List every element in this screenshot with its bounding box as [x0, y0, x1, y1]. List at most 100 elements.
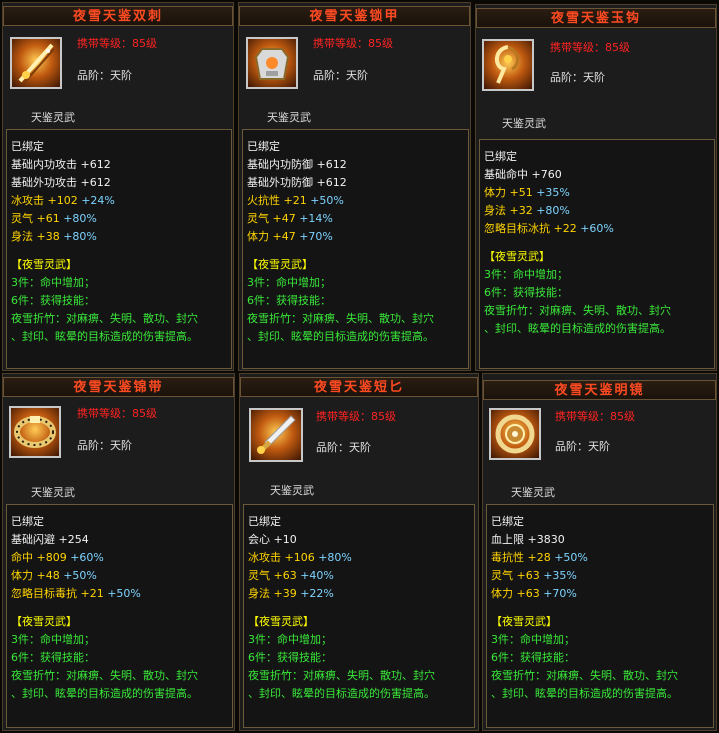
bound-status: 已绑定	[491, 515, 524, 528]
bound-status: 已绑定	[11, 140, 44, 153]
set-name: 【夜雪灵武】	[247, 258, 313, 271]
set-bonus: 、封印、眩晕的目标造成的伤害提高。	[491, 687, 678, 700]
stats-panel: 已绑定 基础命中 +760 体力 +51 +35% 身法 +32 +80% 忽略…	[479, 139, 715, 369]
stat-row: 灵气 +61 +80%	[11, 212, 97, 225]
set-bonus: 6件：获得技能：	[248, 651, 332, 664]
set-bonus: 3件：命中增加；	[491, 633, 575, 646]
required-level: 携带等级：85级	[316, 410, 396, 423]
mirror-icon[interactable]	[489, 408, 541, 460]
item-grade: 品阶：天阶	[77, 69, 132, 82]
item-subtitle: 天鉴灵武	[270, 484, 314, 497]
set-bonus: 、封印、眩晕的目标造成的伤害提高。	[247, 330, 434, 343]
set-bonus: 、封印、眩晕的目标造成的伤害提高。	[248, 687, 435, 700]
required-level: 携带等级：85级	[77, 407, 157, 420]
stats-panel: 已绑定 血上限 +3830 毒抗性 +28 +50% 灵气 +63 +35% 体…	[486, 504, 714, 728]
item-card-belt: 夜雪天鉴锦带 携带等级：85级 品阶：天阶 天鉴灵武 已绑定 基础闪避 +254…	[2, 373, 235, 731]
set-bonus: 、封印、眩晕的目标造成的伤害提高。	[484, 322, 671, 335]
stats-panel: 已绑定 基础内功防御 +612 基础外功防御 +612 火抗性 +21 +50%…	[242, 129, 469, 369]
stat-row: 基础闪避 +254	[11, 533, 89, 546]
item-card-dagger: 夜雪天鉴短匕 携带等级：85级 品阶：天阶 天鉴灵武 已绑定 会心 +10 冰攻…	[239, 373, 479, 731]
set-bonus: 、封印、眩晕的目标造成的伤害提高。	[11, 687, 198, 700]
set-name: 【夜雪灵武】	[11, 258, 77, 271]
belt-icon[interactable]	[9, 406, 61, 458]
stat-row: 命中 +809 +60%	[11, 551, 104, 564]
dagger-icon[interactable]	[249, 408, 303, 462]
stat-row: 忽略目标毒抗 +21 +50%	[11, 587, 141, 600]
set-bonus: 6件：获得技能：	[491, 651, 575, 664]
set-bonus: 6件：获得技能：	[247, 294, 331, 307]
twin-daggers-icon[interactable]	[10, 37, 62, 89]
stat-row: 基础内功攻击 +612	[11, 158, 111, 171]
stat-row: 冰攻击 +102 +24%	[11, 194, 115, 207]
set-bonus: 3件：命中增加；	[248, 633, 332, 646]
item-title: 夜雪天鉴双刺	[3, 6, 233, 26]
item-title: 夜雪天鉴锁甲	[239, 6, 470, 26]
set-bonus: 3件：命中增加；	[11, 276, 95, 289]
set-name: 【夜雪灵武】	[11, 615, 77, 628]
set-bonus: 3件：命中增加；	[247, 276, 331, 289]
item-subtitle: 天鉴灵武	[31, 486, 75, 499]
required-level: 携带等级：85级	[550, 41, 630, 54]
bound-status: 已绑定	[484, 150, 517, 163]
stats-panel: 已绑定 基础内功攻击 +612 基础外功攻击 +612 冰攻击 +102 +24…	[6, 129, 232, 369]
stat-row: 基础外功防御 +612	[247, 176, 347, 189]
item-card-mirror: 夜雪天鉴明镜 携带等级：85级 品阶：天阶 天鉴灵武 已绑定 血上限 +3830…	[482, 373, 717, 731]
stat-row: 身法 +38 +80%	[11, 230, 97, 243]
set-bonus: 6件：获得技能：	[11, 651, 95, 664]
stat-row: 体力 +48 +50%	[11, 569, 97, 582]
stats-panel: 已绑定 基础闪避 +254 命中 +809 +60% 体力 +48 +50% 忽…	[6, 504, 233, 728]
stat-row: 血上限 +3830	[491, 533, 565, 546]
bound-status: 已绑定	[247, 140, 280, 153]
set-bonus: 3件：命中增加；	[11, 633, 95, 646]
stat-row: 基础外功攻击 +612	[11, 176, 111, 189]
item-subtitle: 天鉴灵武	[511, 486, 555, 499]
item-title: 夜雪天鉴玉钩	[476, 8, 716, 28]
set-bonus: 夜雪折竹：对麻痹、失明、散功、封穴	[11, 669, 198, 682]
set-name: 【夜雪灵武】	[248, 615, 314, 628]
stats-panel: 已绑定 会心 +10 冰攻击 +106 +80% 灵气 +63 +40% 身法 …	[243, 504, 475, 728]
stat-row: 火抗性 +21 +50%	[247, 194, 344, 207]
stat-row: 基础内功防御 +612	[247, 158, 347, 171]
required-level: 携带等级：85级	[77, 37, 157, 50]
item-card-armor: 夜雪天鉴锁甲 携带等级：85级 品阶：天阶 天鉴灵武 已绑定 基础内功防御 +6…	[238, 2, 471, 371]
item-subtitle: 天鉴灵武	[31, 111, 75, 124]
item-grade: 品阶：天阶	[77, 439, 132, 452]
stat-row: 基础命中 +760	[484, 168, 562, 181]
stat-row: 忽略目标冰抗 +22 +60%	[484, 222, 614, 235]
item-card-twin-daggers: 夜雪天鉴双刺 携带等级：85级 品阶：天阶 天鉴灵武 已绑定 基础内功攻击 +6…	[2, 2, 234, 371]
item-title: 夜雪天鉴锦带	[3, 377, 234, 397]
stat-row: 灵气 +47 +14%	[247, 212, 333, 225]
stat-row: 体力 +63 +70%	[491, 587, 577, 600]
item-title: 夜雪天鉴明镜	[483, 380, 716, 400]
stat-row: 毒抗性 +28 +50%	[491, 551, 588, 564]
required-level: 携带等级：85级	[313, 37, 393, 50]
armor-icon[interactable]	[246, 37, 298, 89]
set-bonus: 6件：获得技能：	[11, 294, 95, 307]
set-bonus: 夜雪折竹：对麻痹、失明、散功、封穴	[11, 312, 198, 325]
stat-row: 冰攻击 +106 +80%	[248, 551, 352, 564]
item-card-jade-hook: 夜雪天鉴玉钩 携带等级：85级 品阶：天阶 天鉴灵武 已绑定 基础命中 +760…	[475, 4, 717, 371]
stat-row: 灵气 +63 +35%	[491, 569, 577, 582]
item-subtitle: 天鉴灵武	[267, 111, 311, 124]
set-bonus: 6件：获得技能：	[484, 286, 568, 299]
jade-hook-icon[interactable]	[482, 39, 534, 91]
item-grade: 品阶：天阶	[313, 69, 368, 82]
stat-row: 体力 +47 +70%	[247, 230, 333, 243]
stat-row: 会心 +10	[248, 533, 297, 546]
required-level: 携带等级：85级	[555, 410, 635, 423]
item-grade: 品阶：天阶	[316, 441, 371, 454]
stat-row: 体力 +51 +35%	[484, 186, 570, 199]
stat-row: 身法 +39 +22%	[248, 587, 334, 600]
item-subtitle: 天鉴灵武	[502, 117, 546, 130]
set-bonus: 3件：命中增加；	[484, 268, 568, 281]
set-bonus: 夜雪折竹：对麻痹、失明、散功、封穴	[491, 669, 678, 682]
set-bonus: 夜雪折竹：对麻痹、失明、散功、封穴	[247, 312, 434, 325]
stat-row: 身法 +32 +80%	[484, 204, 570, 217]
item-grade: 品阶：天阶	[555, 440, 610, 453]
bound-status: 已绑定	[248, 515, 281, 528]
set-name: 【夜雪灵武】	[491, 615, 557, 628]
set-bonus: 夜雪折竹：对麻痹、失明、散功、封穴	[484, 304, 671, 317]
item-grade: 品阶：天阶	[550, 71, 605, 84]
set-bonus: 夜雪折竹：对麻痹、失明、散功、封穴	[248, 669, 435, 682]
set-bonus: 、封印、眩晕的目标造成的伤害提高。	[11, 330, 198, 343]
